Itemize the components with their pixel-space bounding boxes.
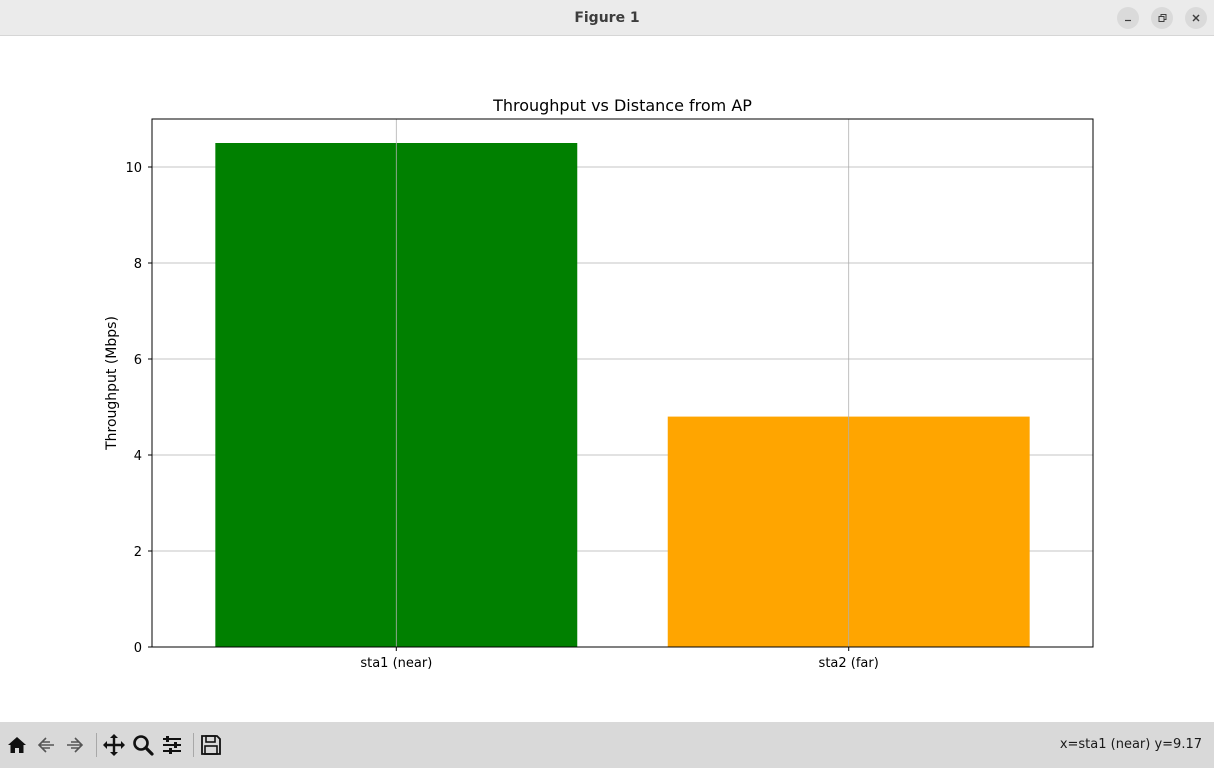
- home-button[interactable]: [4, 732, 30, 758]
- toolbar-separator: [193, 733, 194, 757]
- pan-icon: [103, 734, 125, 756]
- configure-subplots-icon: [163, 736, 181, 754]
- y-tick-label: 10: [125, 161, 142, 176]
- configure-subplots-button[interactable]: [159, 732, 185, 758]
- title-bar[interactable]: Figure 1: [0, 0, 1214, 36]
- restore-button[interactable]: [1151, 7, 1173, 29]
- y-tick-label: 0: [134, 641, 142, 656]
- restore-icon: [1158, 14, 1167, 22]
- bars: [215, 143, 1030, 647]
- minimize-icon: [1125, 19, 1131, 22]
- minimize-button[interactable]: [1117, 7, 1139, 29]
- x-tick-label: sta1 (near): [360, 656, 432, 671]
- y-axis-label: Throughput (Mbps): [104, 316, 120, 451]
- y-tick-label: 2: [134, 545, 142, 560]
- forward-button[interactable]: [62, 732, 88, 758]
- zoom-button[interactable]: [130, 732, 156, 758]
- close-icon: [1192, 14, 1200, 22]
- figure-window: Figure 1 0 2 4 6 8 10 sta1 (near) sta2 (…: [0, 0, 1214, 768]
- back-arrow-icon: [37, 737, 54, 753]
- save-icon: [201, 735, 221, 755]
- y-ticks: 0 2 4 6 8 10: [125, 161, 152, 656]
- pan-button[interactable]: [101, 732, 127, 758]
- y-tick-label: 8: [134, 257, 142, 272]
- cursor-coordinates: x=sta1 (near) y=9.17: [1059, 737, 1202, 752]
- home-icon: [8, 737, 26, 753]
- save-button[interactable]: [198, 732, 224, 758]
- toolbar-separator: [96, 733, 97, 757]
- close-button[interactable]: [1185, 7, 1207, 29]
- x-ticks: sta1 (near) sta2 (far): [360, 647, 879, 671]
- navigation-toolbar: x=sta1 (near) y=9.17: [0, 722, 1214, 768]
- y-tick-label: 4: [134, 449, 142, 464]
- back-button[interactable]: [33, 732, 59, 758]
- bar-chart: 0 2 4 6 8 10 sta1 (near) sta2 (far) Throughput…: [104, 96, 1094, 671]
- x-tick-label: sta2 (far): [819, 656, 879, 671]
- y-tick-label: 6: [134, 353, 142, 368]
- forward-arrow-icon: [67, 737, 84, 753]
- figure-canvas[interactable]: 0 2 4 6 8 10 sta1 (near) sta2 (far) Throughput…: [0, 36, 1214, 722]
- window-title: Figure 1: [574, 10, 640, 26]
- zoom-icon: [133, 735, 154, 756]
- chart-title: Throughput vs Distance from AP: [492, 96, 752, 115]
